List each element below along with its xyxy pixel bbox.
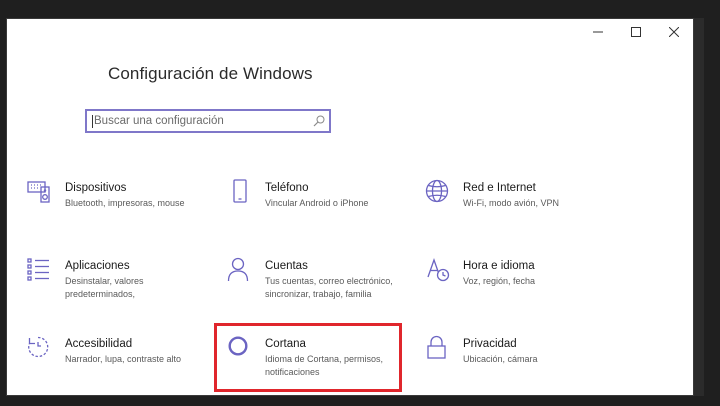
tile-description: Wi-Fi, modo avión, VPN [463,198,560,208]
search-icon[interactable] [313,115,325,127]
tile-aplicaciones[interactable]: Aplicaciones Desinstalar, valores predete… [27,258,217,319]
tile-red-internet[interactable]: Red e Internet Wi-Fi, modo avión, VPN [425,179,615,241]
window-shadow [694,18,704,396]
tile-telefono[interactable]: Teléfono Vincular Android o iPhone [227,179,417,241]
search-box[interactable] [85,109,331,133]
tile-name: Teléfono [265,182,309,194]
tile-name: Hora e idioma [463,260,535,272]
tile-name: Cuentas [265,260,308,272]
tile-name: Accesibilidad [65,338,133,350]
tile-name: Aplicaciones [65,260,130,272]
globe-icon [425,179,449,203]
lock-icon [427,335,446,359]
tile-privacidad[interactable]: Privacidad Ubicación, cámara [425,335,615,397]
maximize-button[interactable] [617,19,655,45]
tile-cuentas[interactable]: Cuentas Tus cuentas, correo electrónico,… [227,257,417,319]
keyboard-speaker-icon [27,181,50,203]
title-bar-controls [579,19,693,45]
tile-description: Vincular Android o iPhone [265,198,369,208]
person-icon [227,257,249,282]
minimize-icon [593,31,603,33]
time-language-icon [427,258,450,282]
ease-of-access-icon [28,336,49,358]
tile-description: Tus cuentas, correo electrónico, sincroni… [265,276,393,299]
apps-list-icon [27,258,49,281]
tile-description: Ubicación, cámara [463,354,538,364]
maximize-icon [631,27,641,37]
tile-name: Privacidad [463,338,517,350]
tile-hora-idioma[interactable]: Hora e idioma Voz, región, fecha [425,258,615,319]
text-caret [92,114,93,128]
settings-window: Configuración de Windows Dispositivos Bl… [6,18,694,396]
tile-name: Dispositivos [65,182,127,194]
search-input[interactable] [94,115,313,127]
tile-accesibilidad[interactable]: Accesibilidad Narrador, lupa, contraste … [27,336,217,397]
close-icon [669,27,679,37]
minimize-button[interactable] [579,19,617,45]
close-button[interactable] [655,19,693,45]
highlight-box [214,323,402,392]
tile-description: Bluetooth, impresoras, mouse [65,198,185,208]
phone-icon [233,179,247,203]
tile-dispositivos[interactable]: Dispositivos Bluetooth, impresoras, mous… [27,181,217,241]
tile-description: Voz, región, fecha [463,276,536,286]
tile-name: Red e Internet [463,182,536,194]
tile-description: Narrador, lupa, contraste alto [65,354,182,364]
page-title: Configuración de Windows [108,64,313,83]
tile-description: Desinstalar, valores predeterminados, [65,276,144,299]
